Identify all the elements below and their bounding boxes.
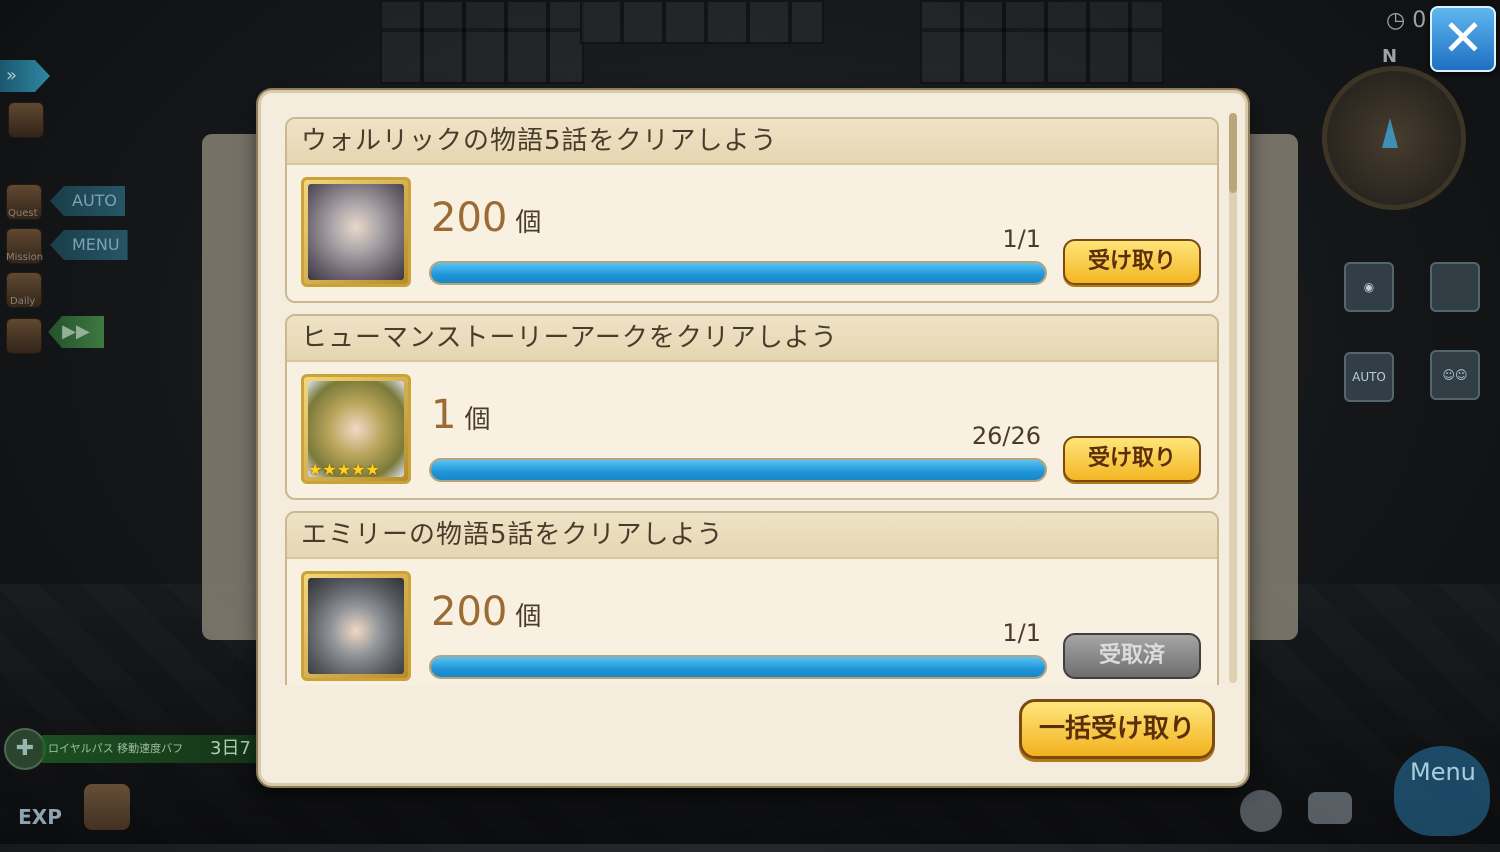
- mission-card: ウォルリックの物語5話をクリアしよう 200 個 1/1 受け取り: [285, 117, 1219, 303]
- daily-label: Daily: [10, 296, 36, 307]
- reward-quantity-value: 200: [431, 195, 508, 241]
- progress-count: 1/1: [1002, 619, 1041, 647]
- progress-count: 1/1: [1002, 225, 1041, 253]
- camera-icon[interactable]: ◉: [1344, 262, 1394, 312]
- auto-battle-icon[interactable]: AUTO: [1344, 352, 1394, 402]
- mission-card: ヒューマンストーリーアークをクリアしよう ★★★★★ 1個 26/26 受け取り: [285, 314, 1219, 500]
- compass-north-label: N: [1382, 46, 1398, 67]
- progress-bar: [429, 458, 1047, 482]
- mission-card: エミリーの物語5話をクリアしよう 200 個 1/1 受取済: [285, 511, 1219, 685]
- reward-quantity-value: 1: [431, 392, 457, 438]
- menu-toggle[interactable]: MENU: [50, 230, 128, 260]
- reward-portrait-hero: ★★★★★: [301, 374, 411, 484]
- progress-bar: [429, 261, 1047, 285]
- quest-label: Quest: [8, 208, 38, 219]
- mission-title: エミリーの物語5話をクリアしよう: [287, 513, 1217, 559]
- mission-reward-dialog: ウォルリックの物語5話をクリアしよう 200 個 1/1 受け取り ヒューマンスト…: [258, 90, 1248, 786]
- auto-toggle[interactable]: AUTO: [50, 186, 126, 216]
- rarity-stars: ★★★★★: [308, 460, 380, 479]
- buff-plus-icon[interactable]: ✚: [4, 728, 46, 770]
- exp-button[interactable]: EXP: [14, 782, 66, 832]
- party-icon[interactable]: ☺☺: [1430, 350, 1480, 400]
- claimed-button: 受取済: [1063, 633, 1201, 679]
- reward-portrait-emily: [301, 571, 411, 681]
- reward-quantity-value: 200: [431, 589, 508, 635]
- mission-title: ウォルリックの物語5話をクリアしよう: [287, 119, 1217, 165]
- reward-quantity: 1個: [431, 392, 490, 438]
- receive-all-button[interactable]: 一括受け取り: [1019, 699, 1215, 759]
- chat-icon[interactable]: [1308, 792, 1352, 824]
- reward-quantity-unit: 個: [515, 208, 542, 238]
- clock-readout: ◷ 0: [1386, 8, 1427, 33]
- scroll-thumb[interactable]: [1229, 113, 1237, 193]
- mission-label: Mission: [6, 252, 44, 263]
- buff-time: 3日7: [210, 738, 251, 759]
- clock-value: 0: [1412, 8, 1427, 33]
- reward-quantity-unit: 個: [464, 405, 491, 435]
- guild-emblem-icon[interactable]: [8, 102, 44, 138]
- menu-label[interactable]: Menu: [1410, 758, 1476, 786]
- reward-quantity-unit: 個: [515, 602, 542, 632]
- progress-count: 26/26: [971, 422, 1041, 450]
- progress-fill: [431, 263, 1045, 283]
- treasure-icon[interactable]: [6, 318, 42, 354]
- reward-portrait-walric: [301, 177, 411, 287]
- receive-button[interactable]: 受け取り: [1063, 436, 1201, 482]
- scrollbar[interactable]: [1229, 113, 1237, 683]
- mission-title: ヒューマンストーリーアークをクリアしよう: [287, 316, 1217, 362]
- mission-list[interactable]: ウォルリックの物語5話をクリアしよう 200 個 1/1 受け取り ヒューマンスト…: [285, 117, 1219, 685]
- reward-quantity: 200 個: [431, 195, 541, 241]
- receive-button[interactable]: 受け取り: [1063, 239, 1201, 285]
- progress-fill: [431, 657, 1045, 677]
- gift-box-icon[interactable]: [84, 784, 130, 830]
- progress-fill: [431, 460, 1045, 480]
- progress-bar: [429, 655, 1047, 679]
- close-icon[interactable]: ✕: [1430, 6, 1496, 72]
- auto-camera-icon[interactable]: [1430, 262, 1480, 312]
- reward-quantity: 200 個: [431, 589, 541, 635]
- emote-icon[interactable]: [1240, 790, 1282, 832]
